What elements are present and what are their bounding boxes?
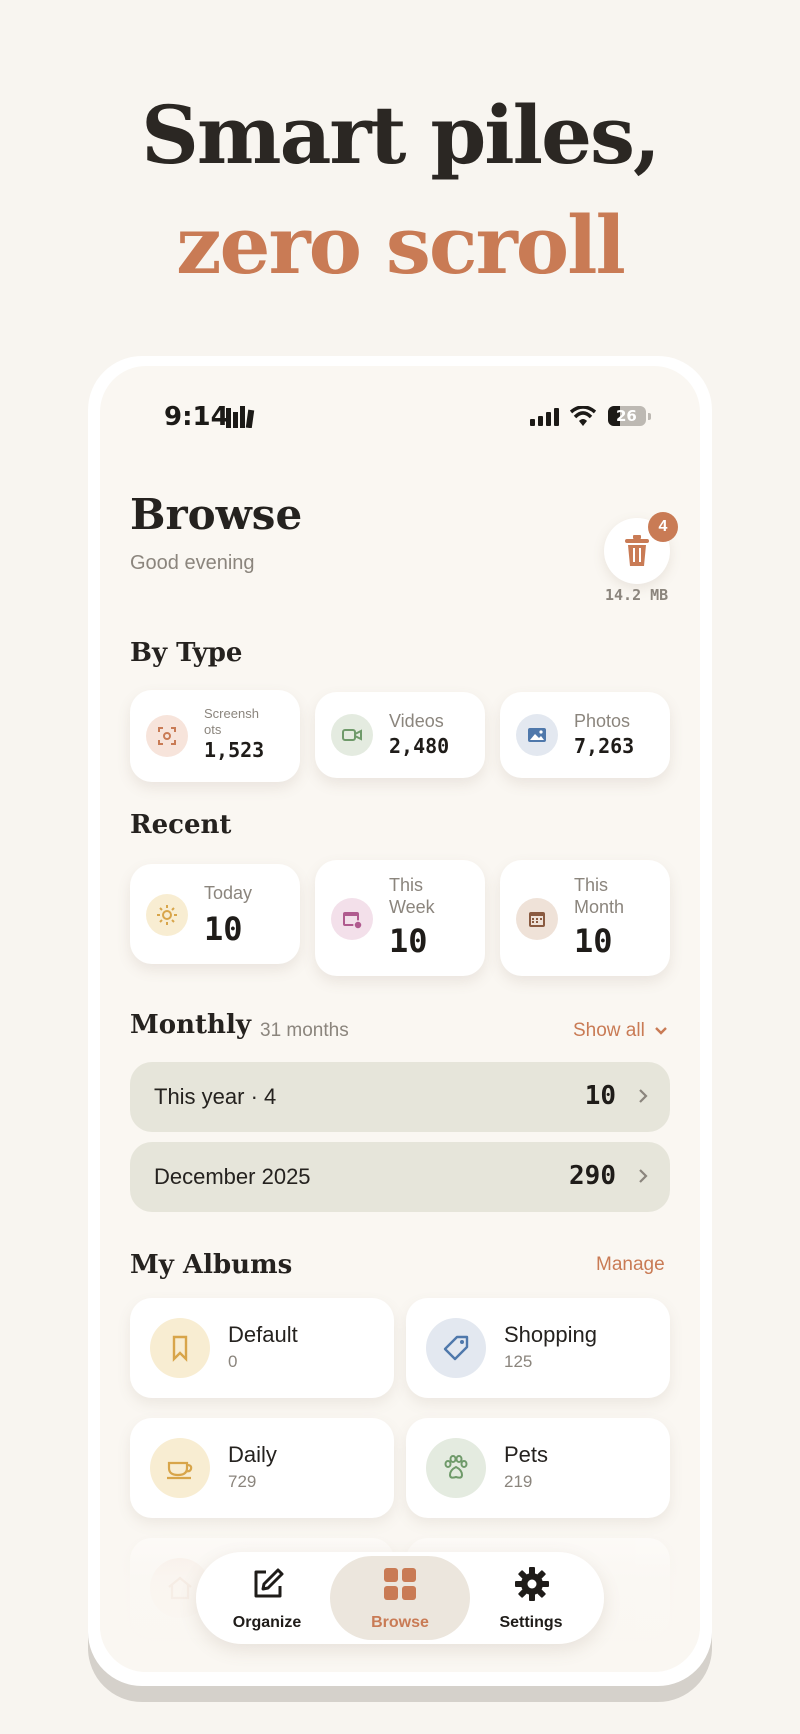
album-count: 729 [228, 1472, 257, 1491]
recent-card-this-month[interactable]: This Month 10 [500, 860, 670, 976]
type-label: Screensh ots [204, 706, 259, 737]
album-name: Pets [504, 1442, 549, 1467]
recent-count: 10 [204, 910, 243, 948]
edit-icon [254, 1568, 284, 1598]
battery-icon: 26 [608, 406, 646, 426]
type-count: 7,263 [574, 734, 635, 758]
greeting-text: Good evening [130, 552, 255, 574]
section-title-monthly: Monthly [130, 1010, 251, 1040]
battery-level: 26 [616, 407, 637, 425]
tab-settings[interactable]: Settings [466, 1552, 596, 1644]
chevron-right-icon [639, 1089, 648, 1103]
album-card-shopping[interactable]: Shopping 125 [406, 1298, 670, 1398]
recent-card-this-week[interactable]: This Week 10 [315, 860, 485, 976]
calendar-month-icon [516, 898, 558, 940]
wifi-icon [570, 406, 596, 426]
library-icon [226, 406, 255, 428]
type-label: Photos [574, 711, 631, 731]
chevron-right-icon [639, 1169, 648, 1183]
show-all-link[interactable]: Show all [573, 1020, 668, 1042]
recent-label: Today [204, 883, 253, 903]
headline-line-2: zero scroll [176, 198, 626, 292]
monthly-row-label: This year · 4 [154, 1084, 277, 1109]
chevron-down-icon [655, 1027, 667, 1035]
trash-icon [625, 535, 649, 566]
paw-icon [426, 1438, 486, 1498]
type-count: 2,480 [389, 734, 450, 758]
signal-icon [530, 408, 559, 426]
album-card-pets[interactable]: Pets 219 [406, 1418, 670, 1518]
tab-label: Settings [499, 1614, 563, 1631]
album-count: 0 [228, 1352, 238, 1371]
tab-browse[interactable]: Browse [330, 1552, 470, 1644]
gear-icon [515, 1567, 549, 1601]
tab-bar: Organize Browse Settings [196, 1552, 604, 1644]
manage-link[interactable]: Manage [596, 1254, 665, 1276]
monthly-row-december-2025[interactable]: December 2025 290 [130, 1142, 670, 1212]
album-count: 125 [504, 1352, 533, 1371]
app-screen: 9:14 26 Browse Good evening 4 14.2 MB By… [100, 366, 700, 1672]
section-title-by-type: By Type [130, 638, 243, 668]
trash-size: 14.2 MB [605, 586, 669, 604]
status-bar: 9:14 26 [100, 402, 700, 432]
album-card-daily[interactable]: Daily 729 [130, 1418, 394, 1518]
recent-count: 10 [574, 922, 613, 960]
type-card-screenshots[interactable]: Screensh ots 1,523 [130, 690, 300, 782]
page-title: Browse [130, 490, 303, 539]
calendar-week-icon [331, 898, 373, 940]
section-title-my-albums: My Albums [130, 1250, 293, 1280]
trash-count-badge: 4 [648, 512, 678, 542]
tag-icon [426, 1318, 486, 1378]
sun-icon [146, 894, 188, 936]
monthly-row-this-year[interactable]: This year · 4 10 [130, 1062, 670, 1132]
photo-icon [516, 714, 558, 756]
type-card-videos[interactable]: Videos 2,480 [315, 692, 485, 778]
recent-count: 10 [389, 922, 428, 960]
show-all-label: Show all [573, 1020, 645, 1041]
video-icon [331, 714, 373, 756]
tab-label: Browse [371, 1614, 429, 1631]
album-name: Daily [228, 1442, 277, 1467]
type-count: 1,523 [204, 738, 265, 762]
monthly-row-label: December 2025 [154, 1164, 311, 1189]
monthly-subtitle: 31 months [260, 1020, 349, 1041]
screenshot-icon [146, 715, 188, 757]
section-title-recent: Recent [130, 810, 232, 840]
tab-label: Organize [232, 1614, 302, 1631]
album-card-default[interactable]: Default 0 [130, 1298, 394, 1398]
tab-organize[interactable]: Organize [202, 1552, 332, 1644]
bookmark-icon [150, 1318, 210, 1378]
cup-icon [150, 1438, 210, 1498]
album-name: Shopping [504, 1322, 597, 1347]
type-card-photos[interactable]: Photos 7,263 [500, 692, 670, 778]
recent-card-today[interactable]: Today 10 [130, 864, 300, 964]
monthly-row-count: 290 [569, 1161, 616, 1191]
recent-label: This Week [389, 875, 435, 917]
album-name: Default [228, 1322, 298, 1347]
album-count: 219 [504, 1472, 533, 1491]
grid-icon [384, 1568, 416, 1600]
headline-line-1: Smart piles, [141, 88, 661, 182]
status-time: 9:14 [164, 402, 229, 432]
recent-label: This Month [574, 875, 625, 917]
monthly-row-count: 10 [584, 1081, 616, 1111]
type-label: Videos [389, 711, 444, 731]
